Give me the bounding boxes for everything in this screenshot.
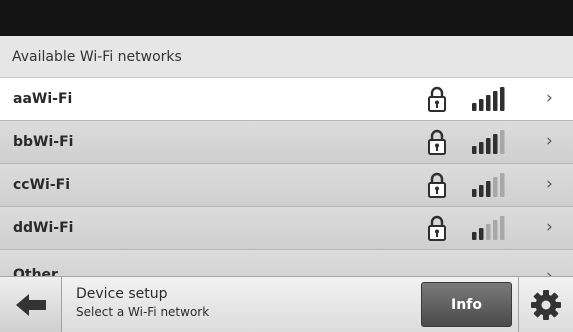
signal-bar <box>486 138 491 154</box>
wifi-setup-screen: Available Wi-Fi networks aaWi-Fi › bbWi-… <box>0 0 573 332</box>
signal-bar <box>479 228 484 240</box>
signal-bar <box>486 95 491 111</box>
signal-bar <box>493 91 498 111</box>
wifi-signal-icon <box>472 173 505 197</box>
wifi-signal-icon <box>472 130 505 154</box>
wifi-signal-icon <box>472 216 505 240</box>
wifi-signal-icon <box>472 87 505 111</box>
top-bar <box>0 0 573 36</box>
lock-icon <box>428 129 446 155</box>
signal-bar <box>500 130 505 154</box>
footer-text: Device setup Select a Wi-Fi network <box>76 286 209 320</box>
chevron-right-icon: › <box>546 131 553 151</box>
signal-bar <box>479 99 484 111</box>
lock-icon <box>428 172 446 198</box>
lock-icon <box>428 86 446 112</box>
settings-button[interactable] <box>518 277 573 332</box>
signal-bar <box>493 134 498 154</box>
signal-bar <box>486 224 491 240</box>
signal-bar <box>479 185 484 197</box>
chevron-right-icon: › <box>546 266 553 277</box>
chevron-right-icon: › <box>546 217 553 237</box>
chevron-right-icon: › <box>546 174 553 194</box>
signal-bar <box>500 173 505 197</box>
info-button[interactable]: Info <box>421 282 512 327</box>
footer-bar: Device setup Select a Wi-Fi network Info <box>0 276 573 332</box>
arrow-left-icon <box>15 293 46 316</box>
signal-bar <box>500 87 505 111</box>
signal-bar <box>493 220 498 240</box>
network-row-other[interactable]: Other › <box>0 250 573 276</box>
network-name: Other <box>13 267 58 276</box>
footer-subtitle: Select a Wi-Fi network <box>76 305 210 319</box>
network-list[interactable]: aaWi-Fi › bbWi-Fi › ccWi-Fi › ddWi-Fi › … <box>0 78 573 276</box>
back-button[interactable] <box>0 277 62 332</box>
network-row-bbwifi[interactable]: bbWi-Fi › <box>0 121 573 164</box>
signal-bar <box>479 142 484 154</box>
footer-title: Device setup <box>76 286 168 302</box>
signal-bar <box>486 181 491 197</box>
signal-bar <box>472 103 477 111</box>
chevron-right-icon: › <box>546 88 553 108</box>
signal-bar <box>493 177 498 197</box>
section-header: Available Wi-Fi networks <box>0 36 573 78</box>
signal-bar <box>472 232 477 240</box>
signal-bar <box>472 189 477 197</box>
signal-bar <box>472 146 477 154</box>
lock-icon <box>428 215 446 241</box>
network-row-ccwifi[interactable]: ccWi-Fi › <box>0 164 573 207</box>
network-row-ddwifi[interactable]: ddWi-Fi › <box>0 207 573 250</box>
gear-icon <box>531 289 561 320</box>
signal-bar <box>500 216 505 240</box>
section-title: Available Wi-Fi networks <box>12 48 182 65</box>
network-row-aawifi[interactable]: aaWi-Fi › <box>0 78 573 121</box>
